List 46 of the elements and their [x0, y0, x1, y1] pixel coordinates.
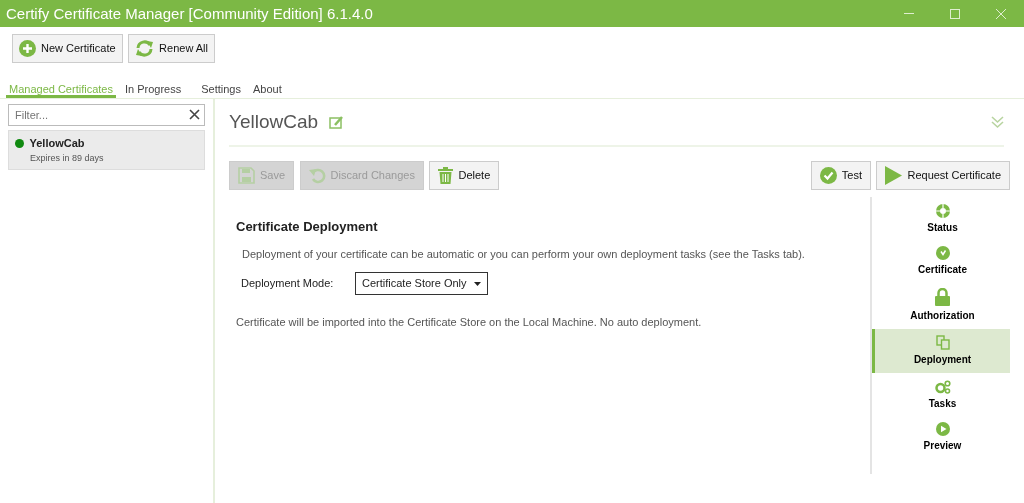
- minimize-icon[interactable]: [904, 12, 914, 15]
- maximize-icon[interactable]: [950, 8, 960, 19]
- expand-icon[interactable]: [991, 115, 1004, 129]
- side-nav-item[interactable]: Tasks: [872, 376, 1010, 415]
- tab[interactable]: In Progress: [121, 78, 185, 98]
- lock-icon: [935, 287, 950, 306]
- list-entry[interactable]: YellowCab Expires in 89 days: [8, 130, 205, 170]
- side-nav-item[interactable]: Status: [872, 200, 1010, 239]
- floppy-icon: [238, 167, 255, 184]
- clear-icon[interactable]: [189, 109, 200, 120]
- trash-icon: [438, 167, 454, 184]
- refresh-icon: [135, 40, 155, 57]
- edit-icon[interactable]: [329, 115, 345, 129]
- info-text: Certificate will be imported into the Certificate Store on the Local Machine. No auto deployment.: [236, 315, 703, 330]
- side-nav-item[interactable]: Certificate: [872, 241, 1010, 281]
- gears-icon: [934, 380, 951, 394]
- action-button[interactable]: Test: [810, 161, 871, 190]
- toolbar-button[interactable]: New Certificate: [12, 34, 123, 63]
- play-icon: [885, 166, 903, 185]
- undo-icon: [308, 167, 326, 184]
- filter-field[interactable]: Filter...: [8, 104, 205, 126]
- toolbar-button[interactable]: Renew All: [128, 34, 215, 63]
- tab[interactable]: About: [249, 78, 285, 98]
- lifebuoy-icon: [935, 204, 950, 218]
- copy-icon: [935, 335, 950, 351]
- section-title: Certificate Deployment: [236, 218, 379, 236]
- play-circle-icon: [935, 421, 950, 436]
- caret-icon: [474, 281, 481, 286]
- side-nav-item[interactable]: Deployment: [872, 329, 1010, 374]
- side-nav-item[interactable]: Preview: [872, 417, 1010, 457]
- action-button[interactable]: Delete: [429, 161, 500, 190]
- side-nav-item[interactable]: Authorization: [872, 283, 1010, 327]
- expiry-text: Expires in 89 days: [30, 151, 105, 165]
- tab[interactable]: Settings: [198, 78, 244, 98]
- select-value: Certificate Store Only: [362, 276, 467, 292]
- badge-icon: [935, 245, 950, 260]
- close-icon[interactable]: [996, 8, 1006, 19]
- section-description: Deployment of your certificate can be automatic or you can perform your own deployment tasks (see the Tasks tab).: [242, 246, 806, 262]
- action-button[interactable]: Request Certificate: [876, 161, 1010, 190]
- plus-icon: [19, 40, 36, 57]
- check-icon: [819, 167, 837, 184]
- certificate-name: YellowCab: [29, 136, 85, 151]
- field-label: Deployment Mode:: [241, 276, 335, 292]
- deployment-mode-select[interactable]: Certificate Store Only: [355, 272, 488, 295]
- certificate-title: YellowCab: [229, 109, 319, 134]
- window-title: Certify Certificate Manager [Community Edition] 6.1.4.0: [5, 4, 373, 24]
